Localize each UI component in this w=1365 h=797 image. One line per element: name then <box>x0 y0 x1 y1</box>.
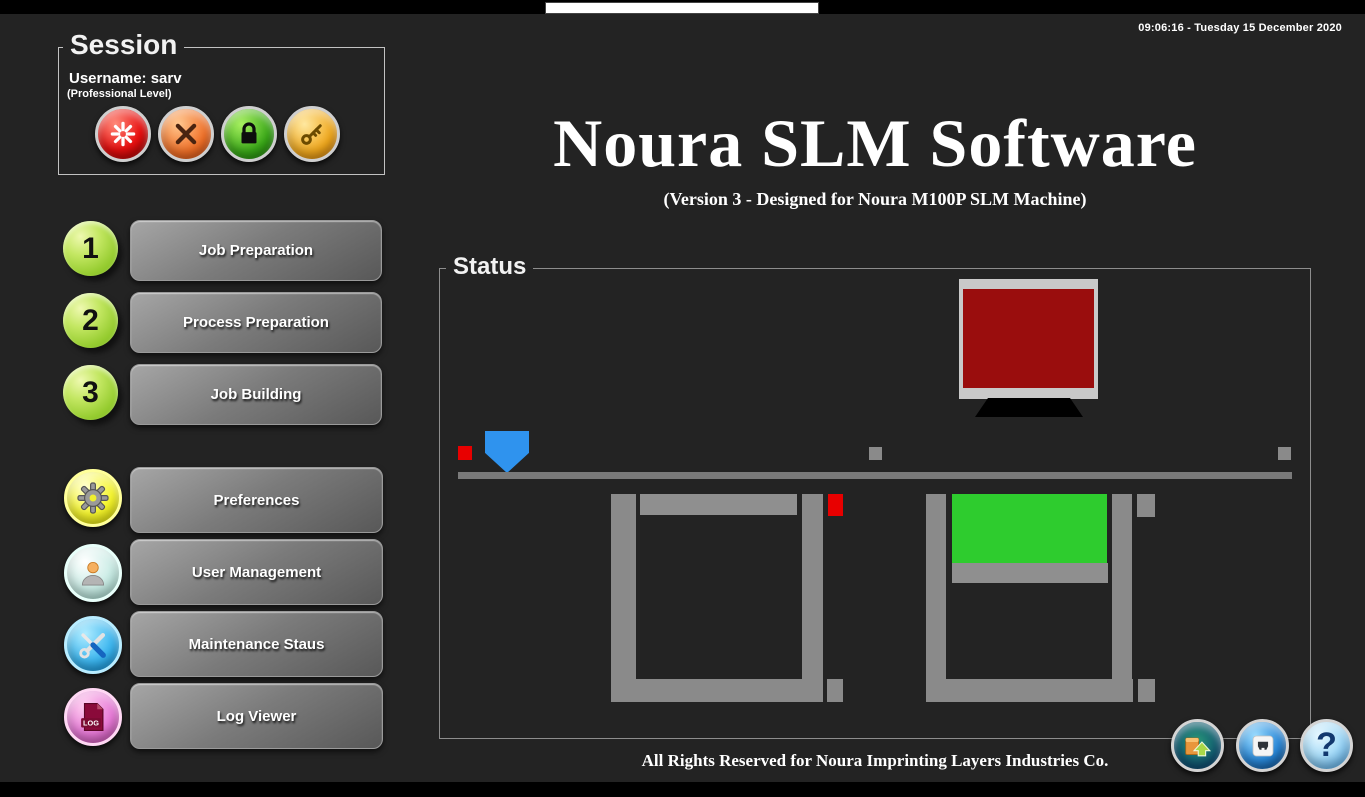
log-viewer-label: Log Viewer <box>217 708 297 725</box>
build-cylinder-right-wall <box>1112 494 1132 702</box>
help-button[interactable]: ? <box>1300 719 1353 772</box>
job-building-label: Job Building <box>211 386 302 403</box>
page-title: Noura SLM Software <box>440 104 1310 183</box>
step-1-badge[interactable]: 1 <box>63 221 118 276</box>
question-mark-icon: ? <box>1316 728 1337 762</box>
maintenance-status-label: Maintenance Staus <box>189 636 325 653</box>
feed-bottom-indicator <box>827 679 843 702</box>
log-viewer-icon-button[interactable]: LOG <box>64 688 122 746</box>
background-window-strip[interactable] <box>545 2 819 14</box>
step-2-badge[interactable]: 2 <box>63 293 118 348</box>
connection-button[interactable] <box>1236 719 1289 772</box>
export-button[interactable] <box>1171 719 1224 772</box>
job-preparation-button[interactable]: Job Preparation <box>130 220 382 281</box>
step-3-badge[interactable]: 3 <box>63 365 118 420</box>
build-top-indicator <box>1137 494 1155 517</box>
feed-cylinder-base <box>611 679 823 702</box>
log-viewer-button[interactable]: Log Viewer <box>130 683 383 749</box>
process-preparation-button[interactable]: Process Preparation <box>130 292 382 353</box>
step-1-number: 1 <box>82 232 99 266</box>
preferences-icon-button[interactable] <box>64 469 122 527</box>
preferences-button[interactable]: Preferences <box>130 467 383 533</box>
bottom-bar <box>0 782 1365 797</box>
maintenance-status-button[interactable]: Maintenance Staus <box>130 611 383 677</box>
build-plane-graphic <box>458 472 1292 479</box>
log-icon: LOG <box>76 700 110 734</box>
clock-text: 09:06:16 - Tuesday 15 December 2020 <box>1138 22 1342 34</box>
app-window: 09:06:16 - Tuesday 15 December 2020 Sess… <box>0 0 1365 797</box>
process-preparation-label: Process Preparation <box>183 314 329 331</box>
starburst-icon <box>108 119 138 149</box>
step-2-number: 2 <box>82 304 99 338</box>
x-icon <box>171 119 201 149</box>
maintenance-icon-button[interactable] <box>64 616 122 674</box>
folder-upload-icon <box>1182 731 1214 761</box>
dispenser-screen-graphic <box>963 289 1094 388</box>
tools-icon <box>76 628 110 662</box>
gear-icon <box>75 480 111 516</box>
lock-icon <box>234 119 264 149</box>
top-bar <box>0 0 1365 14</box>
plug-icon <box>1247 730 1279 762</box>
dispenser-stand-graphic <box>975 398 1083 417</box>
feed-alert-indicator <box>828 494 843 516</box>
preferences-label: Preferences <box>214 492 300 509</box>
job-building-button[interactable]: Job Building <box>130 364 382 425</box>
build-piston-plate <box>952 563 1108 583</box>
session-username: Username: sarv <box>69 70 182 87</box>
user-management-icon-button[interactable] <box>64 544 122 602</box>
mid-sensor-indicator <box>869 447 882 460</box>
feed-piston-plate <box>640 494 797 515</box>
status-panel-title: Status <box>446 253 533 281</box>
build-cylinder-base <box>926 679 1133 702</box>
page-subtitle: (Version 3 - Designed for Noura M100P SL… <box>440 189 1310 210</box>
session-level: (Professional Level) <box>67 88 172 100</box>
user-management-button[interactable]: User Management <box>130 539 383 605</box>
key-icon <box>297 119 327 149</box>
feed-cylinder-right-wall <box>802 494 823 702</box>
step-3-number: 3 <box>82 376 99 410</box>
user-management-label: User Management <box>192 564 321 581</box>
user-icon <box>76 556 110 590</box>
right-sensor-indicator <box>1278 447 1291 460</box>
job-preparation-label: Job Preparation <box>199 242 313 259</box>
session-lock-button[interactable] <box>221 106 277 162</box>
session-close-button[interactable] <box>158 106 214 162</box>
log-icon-text: LOG <box>83 718 99 727</box>
build-powder-fill <box>952 494 1107 563</box>
session-panel: Session Username: sarv (Professional Lev… <box>58 47 385 175</box>
session-panel-title: Session <box>63 29 184 61</box>
status-panel: Status <box>439 268 1311 739</box>
build-cylinder-left-wall <box>926 494 946 702</box>
session-refresh-button[interactable] <box>95 106 151 162</box>
session-login-button[interactable] <box>284 106 340 162</box>
build-bottom-indicator <box>1138 679 1155 702</box>
left-alert-indicator <box>458 446 472 460</box>
feed-cylinder-left-wall <box>611 494 636 702</box>
